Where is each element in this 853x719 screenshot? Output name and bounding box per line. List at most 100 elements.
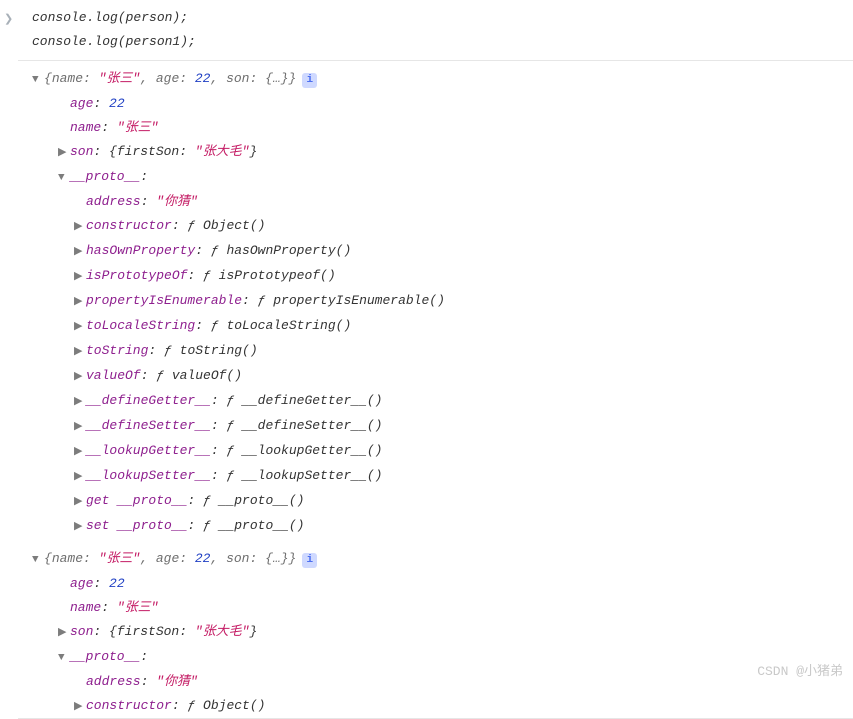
prop-definesetter[interactable]: __defineSetter__: ƒ __defineSetter__() [32, 414, 853, 439]
prop-valueof[interactable]: valueOf: ƒ valueOf() [32, 364, 853, 389]
code-line-1: console.log(person); [18, 6, 853, 30]
expand-arrow-icon[interactable] [74, 365, 86, 389]
summary-son-key: son: [226, 67, 257, 91]
value: isPrototypeof() [219, 264, 336, 288]
prop-tolocalestring[interactable]: toLocaleString: ƒ toLocaleString() [32, 314, 853, 339]
key: get __proto__ [86, 489, 187, 513]
value: toLocaleString() [226, 314, 351, 338]
expand-arrow-icon[interactable] [32, 548, 44, 572]
expand-arrow-icon[interactable] [74, 265, 86, 289]
prop-propertyisenumerable[interactable]: propertyIsEnumerable: ƒ propertyIsEnumer… [32, 289, 853, 314]
expand-arrow-icon[interactable] [74, 695, 86, 714]
expand-arrow-icon[interactable] [58, 646, 70, 670]
prop-definegetter[interactable]: __defineGetter__: ƒ __defineGetter__() [32, 389, 853, 414]
sep: , [140, 547, 156, 571]
prop-constructor[interactable]: constructor: ƒ Object() [32, 214, 853, 239]
function-icon: ƒ [211, 239, 227, 263]
value: {firstSon: [109, 620, 195, 644]
prop-name[interactable]: name: "张三" [32, 596, 853, 620]
expand-arrow-icon[interactable] [74, 240, 86, 264]
brace: { [44, 67, 52, 91]
key: __defineGetter__ [86, 389, 211, 413]
expand-arrow-icon[interactable] [74, 390, 86, 414]
key: toString [86, 339, 148, 363]
expand-arrow-icon[interactable] [74, 440, 86, 464]
expand-arrow-icon[interactable] [74, 465, 86, 489]
prop-lookupgetter[interactable]: __lookupGetter__: ƒ __lookupGetter__() [32, 439, 853, 464]
value: Object() [203, 694, 265, 714]
expand-arrow-icon[interactable] [74, 315, 86, 339]
prop-constructor[interactable]: constructor: ƒ Object() [32, 694, 853, 714]
expand-arrow-icon[interactable] [74, 515, 86, 539]
function-icon: ƒ [203, 264, 219, 288]
expand-arrow-icon[interactable] [74, 340, 86, 364]
prop-son[interactable]: son: {firstSon: "张大毛"} [32, 620, 853, 645]
summary-age-key: age: [156, 67, 187, 91]
key: __defineSetter__ [86, 414, 211, 438]
function-icon: ƒ [226, 389, 242, 413]
object-summary[interactable]: { name: "张三" , age: 22 , son: {…} } i [32, 67, 853, 92]
watermark: CSDN @小猪弟 [757, 660, 843, 684]
key: son [70, 140, 93, 164]
value: __defineGetter__() [242, 389, 382, 413]
info-icon[interactable]: i [302, 553, 317, 568]
prop-lookupsetter[interactable]: __lookupSetter__: ƒ __lookupSetter__() [32, 464, 853, 489]
function-icon: ƒ [211, 314, 227, 338]
brace: } [289, 547, 297, 571]
key: propertyIsEnumerable [86, 289, 242, 313]
prop-address[interactable]: address: "你猜" [32, 190, 853, 214]
value: __lookupGetter__() [242, 439, 382, 463]
prop-son[interactable]: son: {firstSon: "张大毛"} [32, 140, 853, 165]
object-summary[interactable]: { name: "张三" , age: 22 , son: {…} } i [32, 547, 853, 572]
expand-arrow-icon[interactable] [74, 215, 86, 239]
prop-hasownproperty[interactable]: hasOwnProperty: ƒ hasOwnProperty() [32, 239, 853, 264]
brace: } [289, 67, 297, 91]
value: "你猜" [156, 190, 198, 214]
value: valueOf() [172, 364, 242, 388]
expand-arrow-icon[interactable] [58, 166, 70, 190]
key: constructor [86, 694, 172, 714]
info-icon[interactable]: i [302, 73, 317, 88]
value: "张三" [117, 596, 159, 620]
key: toLocaleString [86, 314, 195, 338]
value: propertyIsEnumerable() [273, 289, 445, 313]
key: hasOwnProperty [86, 239, 195, 263]
function-icon: ƒ [226, 414, 242, 438]
expand-arrow-icon[interactable] [58, 141, 70, 165]
prop-age[interactable]: age: 22 [32, 92, 853, 116]
prop-get-proto[interactable]: get __proto__: ƒ __proto__() [32, 489, 853, 514]
function-icon: ƒ [187, 694, 203, 714]
key: address [86, 190, 141, 214]
key: name [70, 116, 101, 140]
value: {firstSon: [109, 140, 195, 164]
function-icon: ƒ [226, 464, 242, 488]
expand-arrow-icon[interactable] [58, 621, 70, 645]
expand-arrow-icon[interactable] [74, 415, 86, 439]
key: __lookupSetter__ [86, 464, 211, 488]
value: __proto__() [219, 489, 305, 513]
value: 22 [109, 572, 125, 596]
summary-son-val: {…} [257, 547, 288, 571]
value: __proto__() [219, 514, 305, 538]
key: __proto__ [70, 165, 140, 189]
key: address [86, 670, 141, 694]
brace: { [44, 547, 52, 571]
prop-isprototypeof[interactable]: isPrototypeOf: ƒ isPrototypeof() [32, 264, 853, 289]
prop-address[interactable]: address: "你猜" [32, 670, 853, 694]
value: toString() [180, 339, 258, 363]
prompt-icon: ❯ [4, 8, 13, 32]
key: set __proto__ [86, 514, 187, 538]
prop-age[interactable]: age: 22 [32, 572, 853, 596]
prop-proto[interactable]: __proto__: [32, 645, 853, 670]
key: __lookupGetter__ [86, 439, 211, 463]
prop-proto[interactable]: __proto__: [32, 165, 853, 190]
key: age [70, 572, 93, 596]
prop-set-proto[interactable]: set __proto__: ƒ __proto__() [32, 514, 853, 539]
sep: , [210, 547, 226, 571]
summary-name-val: "张三" [91, 67, 140, 91]
expand-arrow-icon[interactable] [74, 490, 86, 514]
expand-arrow-icon[interactable] [32, 68, 44, 92]
expand-arrow-icon[interactable] [74, 290, 86, 314]
prop-tostring[interactable]: toString: ƒ toString() [32, 339, 853, 364]
prop-name[interactable]: name: "张三" [32, 116, 853, 140]
